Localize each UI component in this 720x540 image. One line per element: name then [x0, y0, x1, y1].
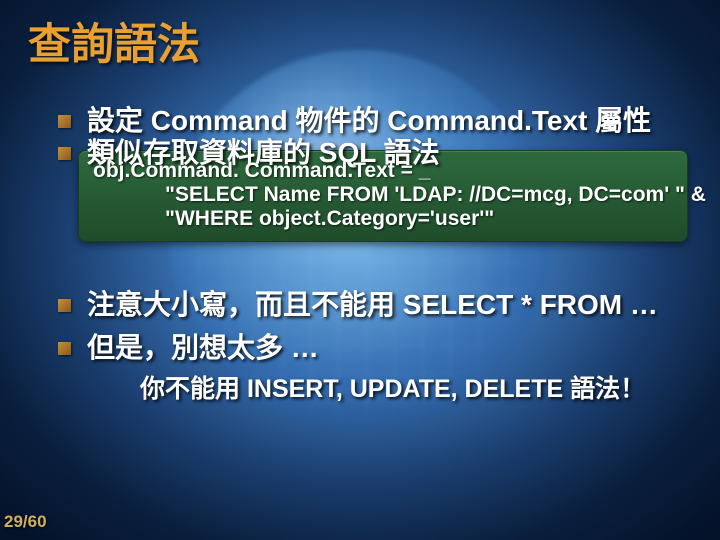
bullet-square-icon — [58, 115, 71, 128]
bullet-text: 但是，別想太多 … — [87, 329, 319, 367]
code-block: obj.Command. Command.Text = _ "SELECT Na… — [78, 150, 688, 242]
bullet-item: 注意大小寫，而且不能用 SELECT * FROM … — [58, 286, 696, 324]
code-line: "WHERE object.Category='user'" — [93, 207, 673, 231]
bullet-square-icon — [58, 342, 71, 355]
code-line: "SELECT Name FROM 'LDAP: //DC=mcg, DC=co… — [93, 183, 673, 207]
page-number: 29/60 — [4, 512, 47, 532]
sub-bullet-text: 你不能用 INSERT, UPDATE, DELETE 語法！ — [140, 373, 696, 407]
bullet-list: 設定 Command 物件的 Command.Text 屬性 類似存取資料庫的 … — [58, 102, 696, 407]
bullet-square-icon — [58, 299, 71, 312]
bullet-item: 但是，別想太多 … — [58, 329, 696, 367]
slide-title: 查詢語法 — [28, 10, 696, 72]
bullet-text: 注意大小寫，而且不能用 SELECT * FROM … — [87, 286, 658, 324]
code-line: obj.Command. Command.Text = _ — [93, 159, 673, 183]
slide-content: 查詢語法 設定 Command 物件的 Command.Text 屬性 類似存取… — [0, 0, 720, 540]
bullet-square-icon — [58, 147, 71, 160]
